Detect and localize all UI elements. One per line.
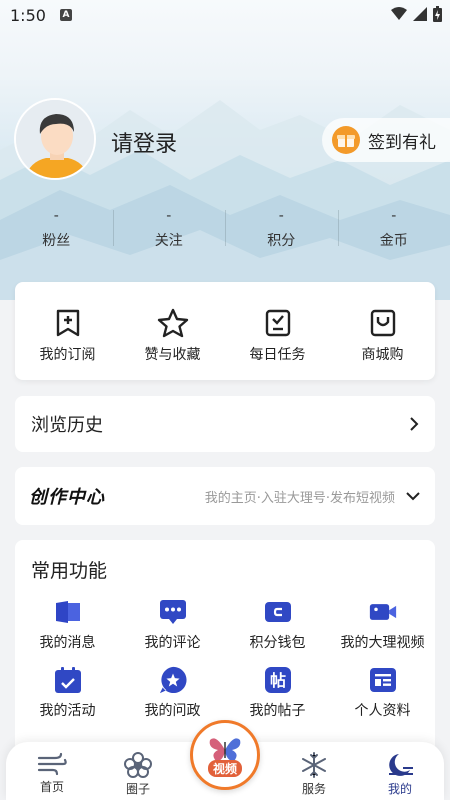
quick-action-label: 商城购	[361, 347, 404, 363]
nav-label: 服务	[301, 782, 326, 796]
post-icon-glyph: 帖	[269, 671, 285, 690]
func-label: 我的消息	[39, 635, 96, 651]
func-wallet[interactable]: 积分钱包	[225, 598, 330, 652]
flower-icon	[124, 752, 152, 778]
snowflake-icon	[302, 752, 326, 778]
status-app-badge: A	[60, 9, 72, 21]
login-prompt[interactable]: 请登录	[111, 126, 177, 158]
nav-label: 我的	[387, 782, 412, 796]
stat-following[interactable]: - 关注	[112, 208, 226, 254]
stat-value: -	[391, 208, 397, 224]
nav-label: 首页	[39, 780, 64, 794]
moon-icon	[389, 754, 413, 776]
creator-center-row[interactable]: 创作中心 我的主页·入驻大理号·发布短视频	[15, 467, 435, 525]
nav-home[interactable]: 首页	[22, 752, 82, 795]
nav-label: 圈子	[125, 782, 150, 796]
func-profile[interactable]: 个人资料	[330, 666, 435, 720]
nav-video-button[interactable]: 视频	[190, 720, 260, 790]
stat-label: 积分	[267, 233, 296, 249]
quick-daily-tasks[interactable]: 每日任务	[225, 282, 330, 380]
chevron-down-icon[interactable]	[405, 491, 421, 501]
battery-icon	[433, 6, 442, 22]
quick-mall[interactable]: 商城购	[330, 282, 435, 380]
creator-center-title: 创作中心	[29, 487, 105, 508]
quick-action-label: 每日任务	[249, 347, 306, 363]
stat-fans[interactable]: - 粉丝	[0, 208, 113, 254]
nav-circle[interactable]: 圈子	[108, 752, 168, 797]
quick-likes-favorites[interactable]: 赞与收藏	[120, 282, 225, 380]
func-activities[interactable]: 我的活动	[15, 666, 120, 720]
signal-icon	[413, 7, 427, 21]
status-bar: 1:50 A	[0, 0, 450, 32]
func-label: 积分钱包	[249, 635, 306, 651]
browsing-history-label: 浏览历史	[31, 415, 103, 436]
comment-icon	[159, 598, 187, 626]
wind-icon	[37, 752, 67, 776]
wifi-icon	[391, 7, 407, 20]
profile-stats: - 粉丝 - 关注 - 积分 - 金币	[0, 208, 450, 254]
quick-subscriptions[interactable]: 我的订阅	[15, 282, 120, 380]
func-comments[interactable]: 我的评论	[120, 598, 225, 652]
signin-reward-label: 签到有礼	[368, 132, 436, 153]
stat-coins[interactable]: - 金币	[337, 208, 450, 254]
common-functions-title: 常用功能	[31, 560, 108, 582]
star-icon	[157, 308, 188, 338]
quick-action-label: 赞与收藏	[144, 347, 201, 363]
func-label: 我的评论	[144, 635, 201, 651]
system-icons	[391, 6, 442, 22]
signin-reward-button[interactable]: 签到有礼	[322, 118, 450, 162]
nav-label: 视频	[207, 759, 242, 777]
mountain-landscape-image	[0, 100, 450, 300]
video-camera-icon	[369, 598, 397, 626]
stat-points[interactable]: - 积分	[225, 208, 338, 254]
stat-label: 粉丝	[42, 233, 71, 249]
calendar-icon	[54, 666, 82, 694]
common-functions-grid: 我的消息 我的评论 积分钱包 我的大理视频 我的活动 我的问政 帖 我的帖子 个…	[15, 598, 435, 720]
func-posts[interactable]: 帖 我的帖子	[225, 666, 330, 720]
post-icon: 帖	[264, 666, 292, 694]
func-inquiries[interactable]: 我的问政	[120, 666, 225, 720]
message-icon	[54, 598, 82, 626]
func-label: 个人资料	[354, 703, 411, 719]
chevron-right-icon	[410, 417, 419, 431]
status-time: 1:50	[10, 6, 46, 25]
browsing-history-row[interactable]: 浏览历史	[15, 396, 435, 452]
func-label: 我的大理视频	[340, 635, 425, 651]
func-label: 我的问政	[144, 703, 201, 719]
stat-label: 金币	[379, 233, 408, 249]
avatar[interactable]	[14, 98, 96, 180]
stat-value: -	[53, 208, 59, 224]
task-checklist-icon	[265, 309, 290, 337]
func-messages[interactable]: 我的消息	[15, 598, 120, 652]
nav-service[interactable]: 服务	[284, 752, 344, 797]
func-label: 我的活动	[39, 703, 96, 719]
profile-card-icon	[369, 666, 397, 694]
creator-center-subtitle: 我的主页·入驻大理号·发布短视频	[204, 490, 395, 506]
stat-value: -	[166, 208, 172, 224]
quick-action-label: 我的订阅	[39, 347, 96, 363]
func-label: 我的帖子	[249, 703, 306, 719]
quick-actions-card: 我的订阅 赞与收藏 每日任务 商城购	[15, 282, 435, 380]
shopping-bag-icon	[370, 309, 395, 337]
bookmark-plus-icon	[56, 309, 79, 337]
gift-icon	[332, 126, 360, 154]
stat-value: -	[278, 208, 284, 224]
stat-label: 关注	[154, 233, 183, 249]
wallet-icon	[264, 598, 292, 626]
nav-mine[interactable]: 我的	[370, 752, 430, 797]
func-dali-video[interactable]: 我的大理视频	[330, 598, 435, 652]
question-star-icon	[159, 666, 187, 694]
